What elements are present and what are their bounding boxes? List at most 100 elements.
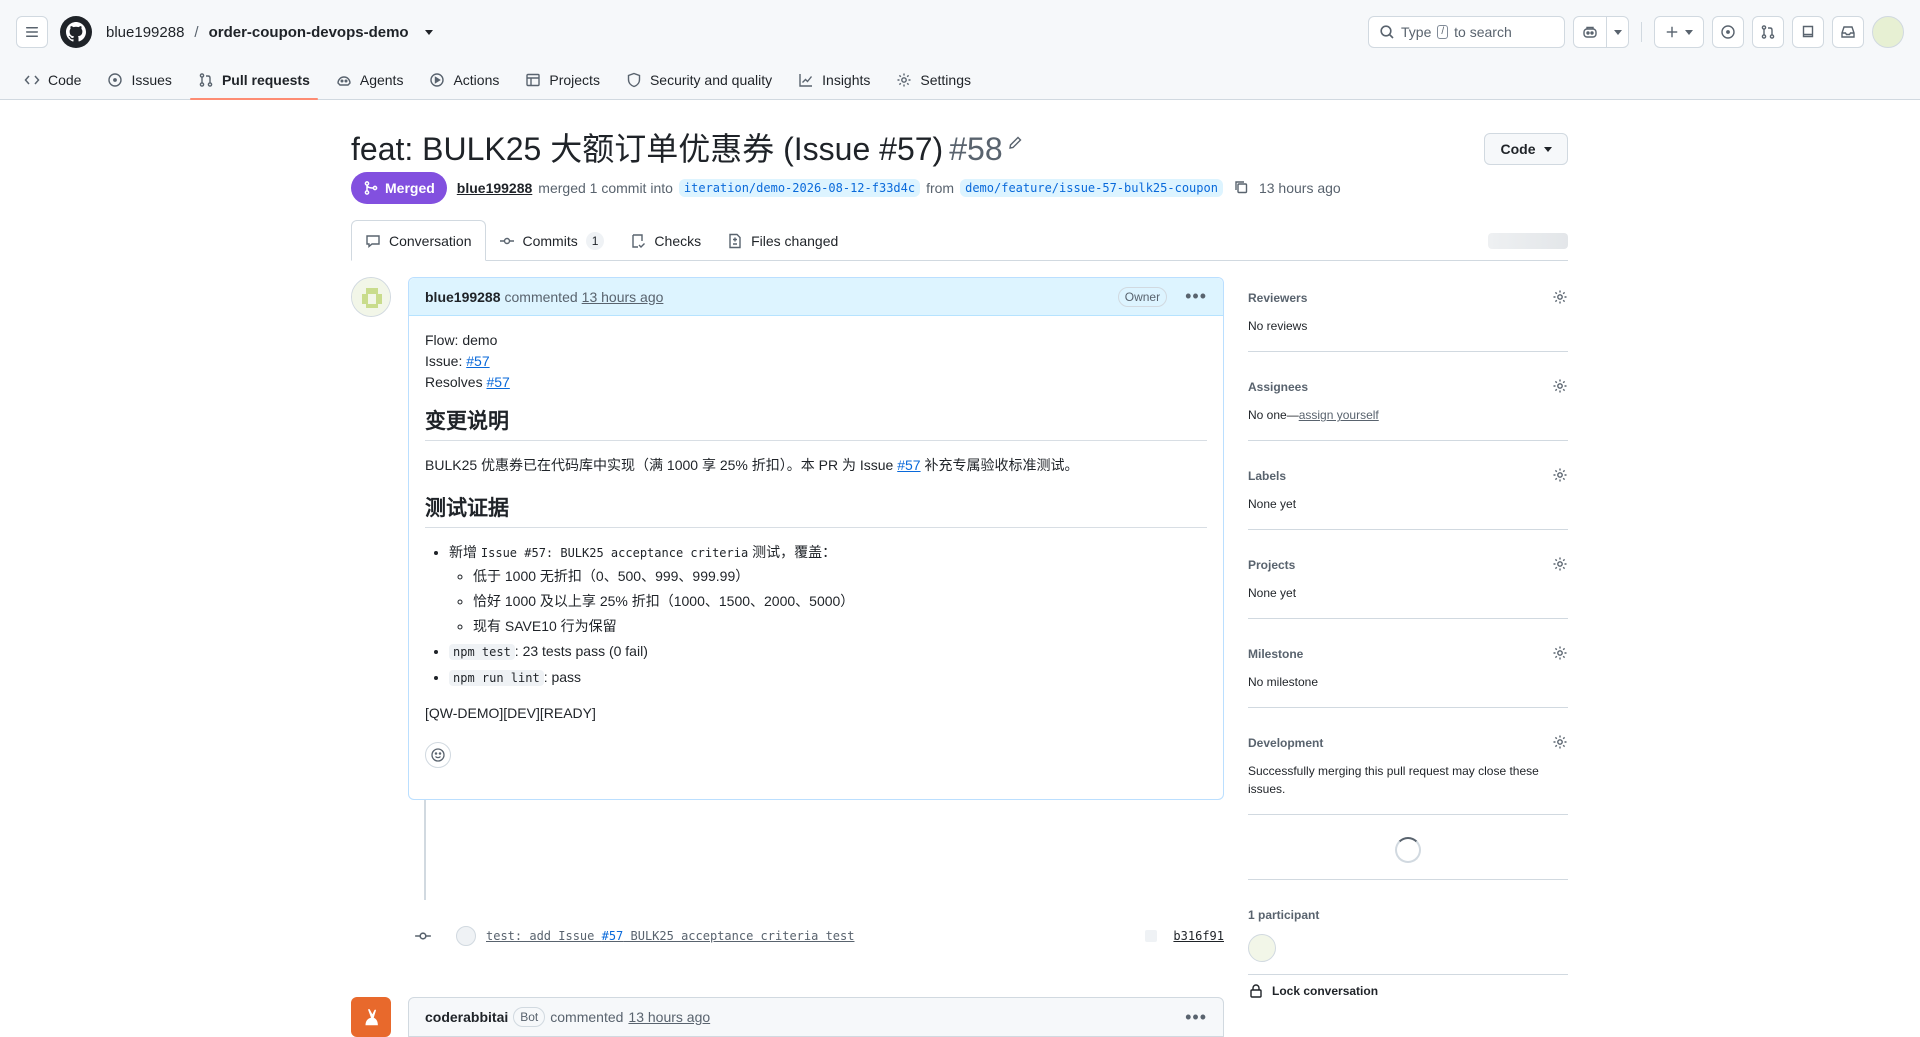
comment-author[interactable]: blue199288 bbox=[425, 289, 501, 305]
bot-comment-time[interactable]: 13 hours ago bbox=[628, 1009, 710, 1025]
bot-comment-header: coderabbitai Bot commented 13 hours ago … bbox=[408, 997, 1224, 1037]
code-button-label: Code bbox=[1500, 141, 1536, 157]
changes-paragraph: BULK25 优惠券已在代码库中实现（满 1000 享 25% 折扣）。本 PR… bbox=[425, 455, 1207, 476]
labels-title: Labels bbox=[1248, 469, 1287, 483]
nav-agents[interactable]: Agents bbox=[328, 60, 412, 100]
smiley-icon bbox=[431, 748, 445, 762]
lock-icon bbox=[1250, 984, 1262, 998]
breadcrumb-owner[interactable]: blue199288 bbox=[106, 24, 184, 41]
breadcrumb-repo[interactable]: order-coupon-devops-demo bbox=[209, 24, 409, 41]
commit-issue-link[interactable]: #57 bbox=[602, 929, 624, 943]
assignees-title: Assignees bbox=[1248, 380, 1309, 394]
add-reaction-button[interactable] bbox=[425, 742, 451, 768]
comment-author-avatar[interactable] bbox=[351, 277, 391, 317]
evidence-heading: 测试证据 bbox=[425, 498, 1207, 528]
code-icon bbox=[24, 75, 40, 85]
kebab-menu-icon[interactable]: ••• bbox=[1185, 286, 1207, 307]
nav-pull-requests[interactable]: Pull requests bbox=[189, 60, 318, 100]
milestone-gear-icon[interactable] bbox=[1552, 645, 1568, 664]
labels-gear-icon[interactable] bbox=[1552, 467, 1568, 486]
nav-issues-label: Issues bbox=[131, 72, 172, 88]
nav-agents-label: Agents bbox=[359, 72, 404, 88]
copilot-button[interactable] bbox=[1573, 16, 1629, 48]
tab-commits[interactable]: Commits 1 bbox=[486, 220, 618, 261]
nav-issues[interactable]: Issues bbox=[99, 60, 179, 100]
head-branch[interactable]: demo/feature/issue-57-bulk25-coupon bbox=[960, 179, 1223, 197]
commit-author-avatar[interactable] bbox=[456, 926, 476, 946]
copilot-icon[interactable] bbox=[1574, 17, 1606, 47]
github-logo-icon[interactable] bbox=[60, 16, 92, 48]
user-avatar[interactable] bbox=[1872, 16, 1904, 48]
bullet2-text: : 23 tests pass (0 fail) bbox=[514, 643, 648, 659]
labels-value: None yet bbox=[1248, 497, 1297, 511]
bot-comment-author[interactable]: coderabbitai bbox=[425, 1009, 508, 1025]
agent-icon bbox=[337, 76, 351, 86]
resolves-link[interactable]: #57 bbox=[486, 374, 509, 390]
copy-icon bbox=[1235, 180, 1248, 193]
inbox-button[interactable] bbox=[1832, 16, 1864, 48]
lock-conversation-button[interactable]: Lock conversation bbox=[1248, 983, 1568, 999]
changes-issue-link[interactable]: #57 bbox=[897, 457, 920, 473]
bullet1-text-a: 新增 bbox=[449, 544, 481, 560]
bot-avatar[interactable] bbox=[351, 997, 391, 1037]
flow-line: Flow: demo bbox=[425, 332, 498, 348]
nav-projects-label: Projects bbox=[549, 72, 600, 88]
nav-security[interactable]: Security and quality bbox=[618, 60, 780, 100]
code-button[interactable]: Code bbox=[1484, 133, 1568, 165]
assignees-gear-icon[interactable] bbox=[1552, 378, 1568, 397]
nav-insights-label: Insights bbox=[822, 72, 871, 88]
page-title: feat: BULK25 大额订单优惠券 (Issue #57) #58 bbox=[351, 124, 1003, 170]
plus-icon[interactable] bbox=[1655, 17, 1703, 47]
issue-icon bbox=[1721, 25, 1735, 39]
base-branch[interactable]: iteration/demo-2026-08-12-f33d4c bbox=[678, 179, 921, 197]
tab-checks[interactable]: Checks bbox=[617, 220, 714, 261]
commit-msg-a: test: add Issue bbox=[486, 929, 602, 943]
kebab-menu-icon[interactable]: ••• bbox=[1185, 1007, 1207, 1028]
hamburger-icon bbox=[26, 27, 38, 37]
evidence-list: 新增 Issue #57: BULK25 acceptance criteria… bbox=[425, 542, 1207, 689]
nav-projects[interactable]: Projects bbox=[517, 60, 608, 100]
pr-author[interactable]: blue199288 bbox=[457, 180, 533, 196]
comment-body: Flow: demo Issue: #57 Resolves #57 变更说明 … bbox=[409, 316, 1223, 782]
app-header: blue199288 / order-coupon-devops-demo Ty… bbox=[0, 0, 1920, 100]
projects-gear-icon[interactable] bbox=[1552, 556, 1568, 575]
nav-insights[interactable]: Insights bbox=[790, 60, 878, 100]
menu-button[interactable] bbox=[16, 16, 48, 48]
participant-avatar[interactable] bbox=[1248, 934, 1276, 962]
reviewers-section: Reviewers No reviews bbox=[1248, 277, 1568, 352]
pull-request-icon bbox=[199, 73, 213, 87]
nav-actions[interactable]: Actions bbox=[421, 60, 507, 100]
lock-label: Lock conversation bbox=[1272, 984, 1379, 998]
development-gear-icon[interactable] bbox=[1552, 734, 1568, 753]
tab-conversation-label: Conversation bbox=[389, 232, 472, 249]
nav-settings[interactable]: Settings bbox=[888, 60, 979, 100]
comment-time[interactable]: 13 hours ago bbox=[582, 289, 664, 305]
comment-header: blue199288 commented 13 hours ago Owner … bbox=[409, 278, 1223, 316]
search-input[interactable]: Type / to search bbox=[1368, 16, 1565, 48]
projects-value: None yet bbox=[1248, 586, 1297, 600]
reviewers-title: Reviewers bbox=[1248, 291, 1308, 305]
repositories-shortcut-button[interactable] bbox=[1792, 16, 1824, 48]
tab-files-changed[interactable]: Files changed bbox=[714, 220, 851, 261]
repo-dropdown-icon[interactable] bbox=[424, 29, 433, 35]
search-suffix: to search bbox=[1454, 24, 1512, 40]
pull-requests-shortcut-button[interactable] bbox=[1752, 16, 1784, 48]
milestone-title: Milestone bbox=[1248, 647, 1304, 661]
issues-shortcut-button[interactable] bbox=[1712, 16, 1744, 48]
commit-message[interactable]: test: add Issue #57 BULK25 acceptance cr… bbox=[486, 929, 854, 943]
copy-branch-button[interactable] bbox=[1233, 179, 1249, 198]
resolves-line-label: Resolves bbox=[425, 374, 487, 390]
pencil-icon bbox=[1009, 136, 1022, 149]
tab-checks-label: Checks bbox=[654, 232, 702, 249]
create-new-button[interactable] bbox=[1654, 16, 1704, 48]
edit-title-button[interactable] bbox=[1007, 135, 1023, 154]
issue-link[interactable]: #57 bbox=[466, 353, 489, 369]
issue-line-label: Issue: bbox=[425, 353, 467, 369]
assign-yourself-link[interactable]: assign yourself bbox=[1299, 408, 1379, 422]
reviewers-gear-icon[interactable] bbox=[1552, 289, 1568, 308]
tab-conversation[interactable]: Conversation bbox=[351, 220, 486, 261]
changes-text-b: 补充专属验收标准测试。 bbox=[920, 457, 1079, 473]
commit-sha[interactable]: b316f91 bbox=[1173, 929, 1224, 943]
chevron-down-icon[interactable] bbox=[1606, 17, 1628, 47]
nav-code[interactable]: Code bbox=[16, 60, 89, 100]
